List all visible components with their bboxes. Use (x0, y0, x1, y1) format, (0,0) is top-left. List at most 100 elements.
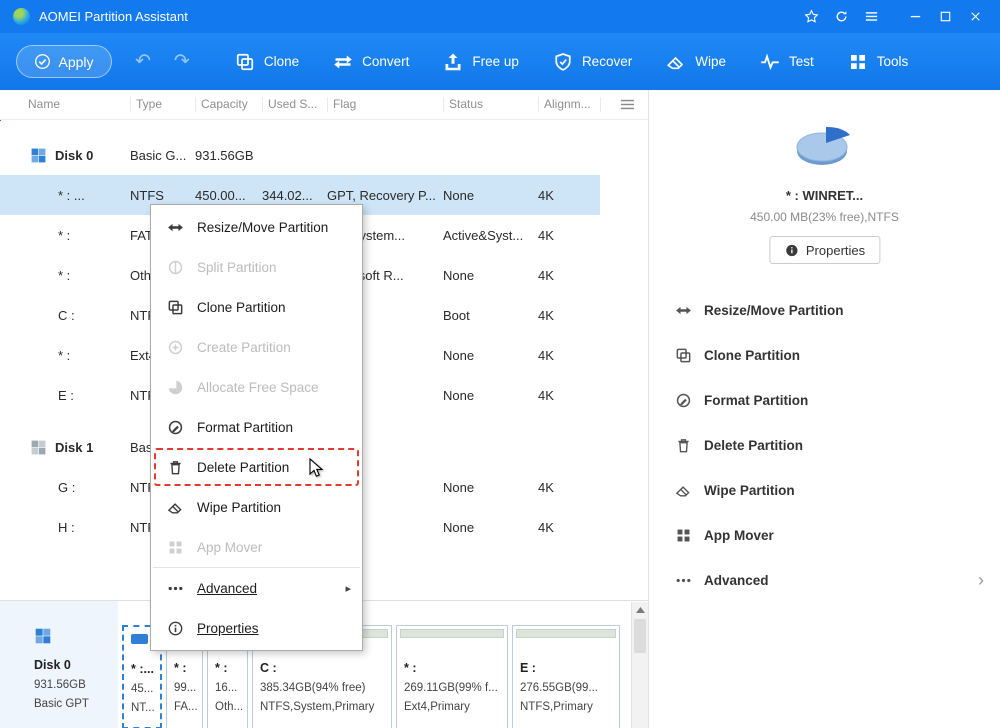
menu-item-label: Clone Partition (197, 299, 286, 315)
cell-capacity: 931.56GB (195, 147, 254, 163)
table-row-disk-0[interactable]: Disk 0 Basic G... 931.56GB (0, 135, 600, 175)
menu-item-format-partition[interactable]: Format Partition (151, 407, 362, 447)
convert-icon (333, 52, 353, 72)
toolbar-button-convert[interactable]: Convert (316, 42, 426, 82)
panel-action-format-partition[interactable]: Format Partition (649, 378, 1000, 423)
undo-button[interactable]: ↶ (135, 52, 151, 71)
toolbar-button-label: Recover (581, 54, 633, 69)
menu-item-resize-move-partition[interactable]: Resize/Move Partition (151, 207, 362, 247)
block-filesystem: Ext4,Primary (404, 701, 470, 713)
panel-action-app-mover[interactable]: App Mover (649, 513, 1000, 558)
block-filesystem: NTFS,Primary (520, 701, 593, 713)
cell-align: 4K (538, 267, 554, 283)
cell-align: 4K (538, 227, 554, 243)
column-header-flag[interactable]: Flag (327, 97, 443, 112)
toolbar-button-recover[interactable]: Recover (536, 42, 649, 82)
format-icon (167, 419, 184, 436)
cell-status: None (443, 479, 475, 495)
cell-name: * : ... (58, 187, 85, 203)
cell-status: Boot (443, 307, 470, 323)
maximize-button[interactable] (930, 4, 960, 30)
block-filesystem: Oth... (215, 701, 244, 713)
column-header-type[interactable]: Type (130, 97, 195, 112)
menu-item-label: Wipe Partition (197, 499, 282, 515)
menu-item-wipe-partition[interactable]: Wipe Partition (151, 487, 362, 527)
redo-button[interactable]: ↷ (174, 52, 190, 71)
titlebar: AOMEI Partition Assistant (0, 0, 1000, 33)
wipe-icon (675, 482, 692, 499)
menu-item-label: Delete Partition (197, 459, 290, 475)
advanced-icon (675, 572, 692, 589)
column-header-name[interactable]: Name (0, 97, 130, 112)
panel-action-clone-partition[interactable]: Clone Partition (649, 333, 1000, 378)
column-header-status[interactable]: Status (443, 97, 538, 112)
disk-gray-icon (30, 439, 47, 456)
menu-item-delete-partition[interactable]: Delete Partition (151, 447, 362, 487)
toolbar-button-wipe[interactable]: Wipe (649, 42, 743, 82)
allocate-icon (167, 379, 184, 396)
advanced-icon (167, 580, 184, 597)
panel-action-label: Advanced (704, 573, 769, 588)
table-header: Name Type Capacity Used S... Flag Status Align… (0, 90, 648, 120)
apply-label: Apply (58, 53, 94, 70)
block-filesystem: NT... (131, 702, 155, 714)
cell-name: * : (58, 347, 71, 363)
partition-block-5[interactable]: E : 276.55GB(99... NTFS,Primary (512, 625, 620, 728)
recover-icon (553, 52, 573, 72)
delete-icon (167, 459, 184, 476)
toolbar-button-test[interactable]: Test (743, 42, 831, 82)
star-icon[interactable] (796, 4, 826, 30)
menu-item-advanced[interactable]: Advanced ▸ (151, 568, 362, 608)
menu-item-app-mover: App Mover (151, 527, 362, 567)
block-label: E : (520, 661, 536, 675)
scrollbar-thumb[interactable] (634, 619, 646, 653)
vertical-scrollbar[interactable] (631, 602, 648, 728)
toolbar-button-free-up[interactable]: Free up (426, 42, 536, 82)
create-icon (167, 339, 184, 356)
cell-align: 4K (538, 307, 554, 323)
refresh-icon[interactable] (826, 4, 856, 30)
disk-blue-icon (30, 147, 47, 164)
test-icon (760, 52, 780, 72)
minimize-button[interactable] (900, 4, 930, 30)
list-view-icon[interactable] (620, 97, 635, 112)
cell-type: NTFS (130, 187, 164, 203)
split-icon (167, 259, 184, 276)
cell-status: None (443, 267, 475, 283)
disk-name: Disk 0 (34, 658, 71, 672)
disk-capacity: 931.56GB (34, 679, 86, 691)
toolbar-button-tools[interactable]: Tools (831, 42, 926, 82)
column-header-used-s[interactable]: Used S... (262, 97, 327, 112)
resize-icon (675, 302, 692, 319)
properties-icon (167, 620, 184, 637)
partition-block-4[interactable]: * : 269.11GB(99% f... Ext4,Primary (396, 625, 508, 728)
cell-name: G : (58, 479, 76, 495)
panel-action-resize-move-partition[interactable]: Resize/Move Partition (649, 288, 1000, 333)
cell-align: 4K (538, 347, 554, 363)
context-menu: Resize/Move Partition Split Partition Clon… (150, 204, 363, 651)
panel-action-wipe-partition[interactable]: Wipe Partition (649, 468, 1000, 513)
menu-item-clone-partition[interactable]: Clone Partition (151, 287, 362, 327)
scroll-up-icon[interactable] (632, 602, 648, 618)
close-button[interactable] (960, 4, 990, 30)
tools-icon (848, 52, 868, 72)
titlebar-actions (796, 4, 990, 30)
resize-icon (167, 219, 184, 236)
toolbar-button-label: Convert (362, 54, 410, 69)
app-logo-icon (13, 8, 30, 25)
cell-capacity: 450.00... (195, 187, 246, 203)
disk-info-block[interactable]: Disk 0 931.56GB Basic GPT (0, 601, 118, 728)
panel-action-advanced[interactable]: Advanced › (649, 558, 1000, 603)
toolbar-button-clone[interactable]: Clone (218, 42, 316, 82)
menu-item-properties[interactable]: Properties (151, 608, 362, 648)
panel-action-delete-partition[interactable]: Delete Partition (649, 423, 1000, 468)
properties-button[interactable]: Properties (768, 236, 881, 264)
toolbar-button-label: Wipe (695, 54, 726, 69)
apply-button[interactable]: Apply (16, 45, 112, 78)
appmover-icon (167, 539, 184, 556)
column-header-capacity[interactable]: Capacity (195, 97, 262, 112)
toolbar-button-label: Clone (263, 54, 300, 69)
cell-align: 4K (538, 519, 554, 535)
column-header-alignm[interactable]: Alignm... (538, 97, 600, 112)
menu-icon[interactable] (856, 4, 886, 30)
